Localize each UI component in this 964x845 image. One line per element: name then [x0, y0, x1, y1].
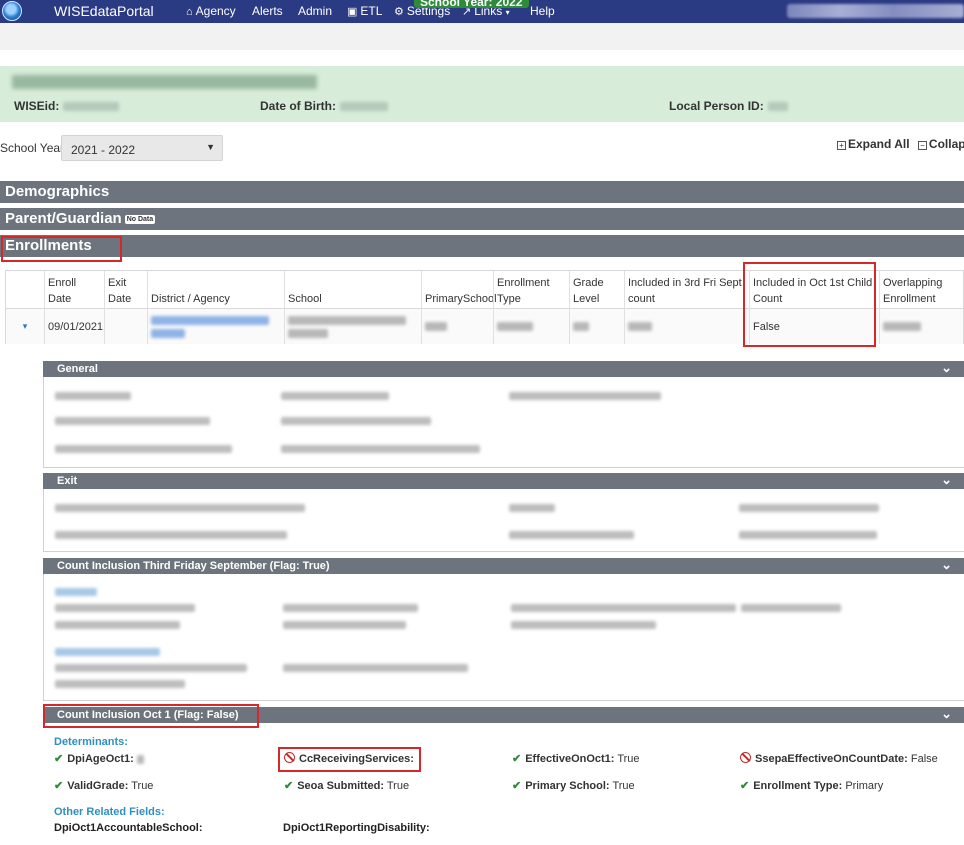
det-primary-school: ✔ Primary School: True [512, 780, 635, 792]
student-name-redacted [12, 75, 317, 89]
minus-icon: − [917, 141, 927, 150]
col-grade-level[interactable]: Grade Level [569, 271, 624, 309]
expand-collapse-controls: +Expand All −Collapse [837, 137, 964, 151]
home-icon: ⌂ [186, 6, 193, 18]
det-enrollment-type: ✔ Enrollment Type: Primary [740, 780, 884, 792]
panel-exit [43, 489, 964, 552]
brand-title[interactable]: WISEdataPortal [54, 3, 154, 19]
caret-down-icon: ▾ [505, 8, 510, 17]
col-third-friday[interactable]: Included in 3rd Fri Sept count [624, 271, 749, 309]
field-reporting-disability: DpiOct1ReportingDisability: [283, 822, 430, 834]
chevron-down-icon[interactable]: ⌄ [941, 557, 952, 573]
top-nav: WISEdataPortal ⌂ Agency Alerts Admin ▣ ETL… [0, 0, 964, 23]
det-ssepa-effective: SsepaEffectiveOnCountDate: False [740, 752, 938, 765]
det-valid-grade: ✔ ValidGrade: True [54, 780, 154, 792]
col-primary-school[interactable]: PrimarySchool [421, 271, 497, 309]
col-oct1-count[interactable]: Included in Oct 1st Child Count [749, 271, 879, 309]
col-enrollment-type[interactable]: Enrollment Type [493, 271, 569, 309]
database-icon: ▣ [347, 6, 358, 18]
dropdown-arrow-icon: ▼ [206, 142, 215, 152]
det-cc-receiving-services: CcReceivingServices: [284, 752, 414, 765]
school-year-label: School Year [0, 141, 65, 155]
col-exit-date[interactable]: Exit Date [104, 271, 147, 309]
check-icon: ✔ [740, 780, 750, 792]
expand-all-button[interactable]: + Expand All [837, 137, 910, 151]
dob-field: Date of Birth: [260, 99, 388, 113]
chevron-down-icon[interactable]: ⌄ [941, 706, 952, 722]
determinants-label: Determinants: [54, 736, 128, 748]
col-enroll-date[interactable]: Enroll Date [44, 271, 104, 309]
check-icon: ✔ [54, 780, 64, 792]
caret-down-icon: ▾ [22, 321, 28, 331]
school-year-badge: School Year: 2022 [414, 0, 529, 9]
panel-general [43, 377, 964, 468]
det-effective-oct1: ✔ EffectiveOnOct1: True [512, 753, 640, 765]
cell-overlapping [879, 309, 964, 344]
check-icon: ✔ [512, 753, 522, 765]
cell-enrollment-type [493, 309, 569, 344]
det-seoa-submitted: ✔ Seoa Submitted: True [284, 780, 410, 792]
cell-enroll-date: 09/01/2021 [44, 309, 104, 344]
plus-icon: + [837, 141, 846, 150]
check-icon: ✔ [284, 780, 294, 792]
check-icon: ✔ [54, 753, 64, 765]
wiseid-field: WISEid: [14, 99, 120, 113]
cell-school [284, 309, 421, 344]
panel-general-header[interactable]: General ⌄ [43, 360, 964, 377]
panel-third-friday-header[interactable]: Count Inclusion Third Friday September (… [43, 557, 964, 574]
section-parent-guardian[interactable]: Parent/Guardian No Data [0, 208, 964, 230]
cell-third-friday [624, 309, 749, 344]
chevron-down-icon[interactable]: ⌄ [941, 472, 952, 488]
chevron-down-icon[interactable]: ⌄ [941, 360, 952, 376]
field-accountable-school: DpiOct1AccountableSchool: [54, 822, 203, 834]
gear-icon: ⚙ [394, 6, 404, 18]
det-dpi-age-oct1: ✔ DpiAgeOct1: [54, 752, 144, 765]
cell-exit-date [104, 309, 147, 344]
collapse-button[interactable]: −Collapse [917, 137, 964, 151]
section-demographics[interactable]: Demographics [0, 181, 964, 203]
nav-alerts[interactable]: Alerts [252, 4, 283, 18]
cell-primary-school [421, 309, 493, 344]
cell-district-link[interactable] [147, 309, 284, 344]
enrollment-table: Enroll Date Exit Date District / Agency … [5, 270, 964, 344]
panel-oct1-header[interactable]: Count Inclusion Oct 1 (Flag: False) ⌄ [43, 706, 964, 723]
other-fields-label: Other Related Fields: [54, 806, 165, 818]
toolbar-strip [0, 23, 964, 50]
prohibited-icon [740, 752, 751, 763]
nav-agency[interactable]: ⌂ Agency [186, 4, 236, 18]
globe-logo-icon[interactable] [2, 1, 22, 21]
nav-admin[interactable]: Admin [298, 4, 332, 18]
col-district[interactable]: District / Agency [147, 271, 284, 309]
school-year-select[interactable]: 2021 - 2022 ▼ [61, 135, 223, 161]
panel-third-friday [43, 574, 964, 701]
prohibited-icon [284, 752, 295, 763]
local-id-field: Local Person ID: [669, 99, 788, 113]
cell-grade-level [569, 309, 624, 344]
nav-etl[interactable]: ▣ ETL [347, 4, 382, 18]
no-data-badge: No Data [124, 215, 156, 224]
user-menu[interactable] [787, 4, 964, 18]
panel-exit-header[interactable]: Exit ⌄ [43, 472, 964, 489]
col-school[interactable]: School [284, 271, 421, 309]
col-overlapping[interactable]: Overlapping Enrollment [879, 271, 964, 309]
section-enrollments[interactable]: Enrollments [0, 235, 964, 257]
row-expand-toggle[interactable]: ▾ [6, 309, 44, 344]
cell-oct1-count: False [749, 309, 879, 344]
student-header: WISEid: Date of Birth: Local Person ID: [0, 66, 964, 122]
nav-help[interactable]: Help [530, 4, 555, 18]
check-icon: ✔ [512, 780, 522, 792]
